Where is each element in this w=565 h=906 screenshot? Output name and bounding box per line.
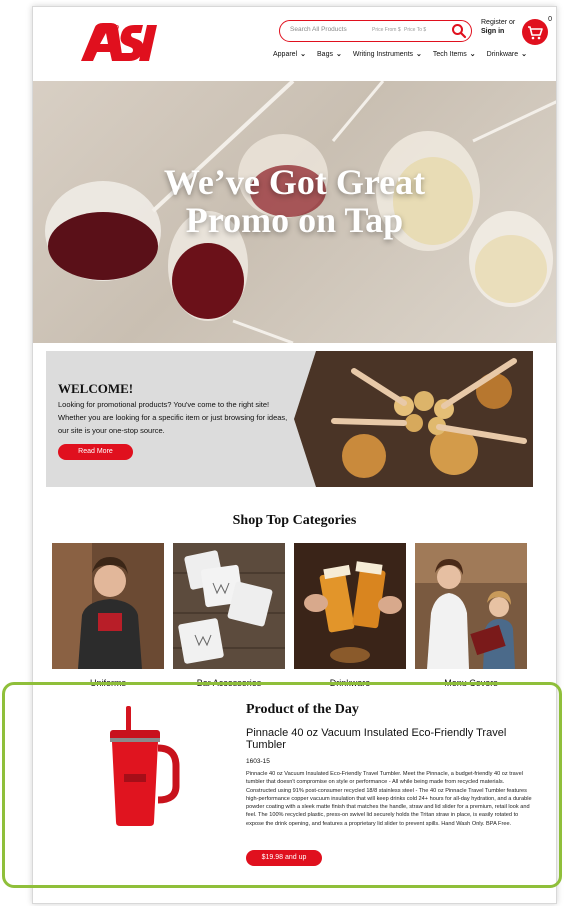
category-drinkware[interactable]: Drinkware [294, 543, 406, 688]
nav-label: Bags [317, 50, 333, 58]
bar-accessories-image [173, 543, 285, 669]
register-link[interactable]: Register or [481, 19, 515, 26]
nav-item-writing-instruments[interactable]: Writing Instruments ⌄ [352, 50, 422, 59]
chevron-down-icon: ⌄ [521, 51, 528, 58]
chevron-down-icon: ⌄ [335, 51, 342, 58]
nav-item-apparel[interactable]: Apparel ⌄ [273, 50, 307, 59]
product-description: Pinnacle 40 oz Vacuum Insulated Eco-Frie… [246, 771, 532, 827]
cart-icon [522, 19, 548, 45]
nav-item-tech-items[interactable]: Tech Items ⌄ [432, 50, 476, 59]
nav-label: Apparel [273, 50, 298, 58]
product-of-the-day-heading: Product of the Day [246, 702, 359, 717]
welcome-toast-image [294, 351, 533, 487]
product-sku: 1603-15 [246, 758, 270, 765]
price-from-input[interactable]: Price From $ [372, 27, 401, 33]
nav-label: Writing Instruments [352, 50, 414, 58]
welcome-title: WELCOME! [58, 381, 134, 396]
account-links: Register or Sign in [481, 18, 515, 36]
nav-item-drinkware[interactable]: Drinkware ⌄ [486, 50, 528, 59]
nav-label: Tech Items [432, 50, 467, 58]
uniforms-image [52, 543, 164, 669]
site-header: Search All Products Price From $ Price T… [33, 7, 556, 81]
product-price-button[interactable]: $19.98 and up [246, 850, 322, 866]
search-bar[interactable]: Search All Products Price From $ Price T… [279, 20, 472, 42]
chevron-down-icon: ⌄ [300, 51, 307, 58]
category-bar-accessories[interactable]: Bar Accessories [173, 543, 285, 688]
hero-headline-line1: We’ve Got Great [163, 162, 426, 202]
hero-banner[interactable]: We’ve Got Great Promo on Tap [33, 81, 556, 343]
hero-headline-line2: Promo on Tap [185, 200, 404, 240]
cart-count-badge: 0 [548, 16, 552, 23]
main-nav: Apparel ⌄ Bags ⌄ Writing Instruments ⌄ Tech… [273, 50, 538, 59]
cart-button[interactable]: 0 [521, 16, 552, 46]
category-uniforms[interactable]: Uniforms [52, 543, 164, 688]
price-to-input[interactable]: Price To $ [404, 27, 426, 33]
nav-label: Drinkware [486, 50, 519, 58]
nav-item-bags[interactable]: Bags ⌄ [317, 50, 342, 59]
hero-headline: We’ve Got Great Promo on Tap [33, 163, 556, 239]
drinkware-image [294, 543, 406, 669]
chevron-down-icon: ⌄ [469, 51, 476, 58]
signin-link[interactable]: Sign in [481, 27, 515, 36]
shop-top-categories-heading: Shop Top Categories [232, 513, 357, 528]
chevron-down-icon: ⌄ [416, 51, 422, 58]
tumbler-product-image[interactable] [70, 700, 205, 830]
welcome-text: Looking for promotional products? You've… [58, 400, 288, 435]
search-input[interactable]: Search All Products [290, 26, 347, 33]
welcome-section: WELCOME! Looking for promotional product… [46, 351, 533, 487]
asi-logo[interactable] [77, 21, 161, 63]
read-more-button[interactable]: Read More [58, 444, 133, 460]
category-menu-covers[interactable]: Menu Covers [415, 543, 527, 688]
search-icon[interactable] [451, 23, 467, 39]
product-name[interactable]: Pinnacle 40 oz Vacuum Insulated Eco-Frie… [246, 727, 516, 751]
menu-covers-image [415, 543, 527, 669]
